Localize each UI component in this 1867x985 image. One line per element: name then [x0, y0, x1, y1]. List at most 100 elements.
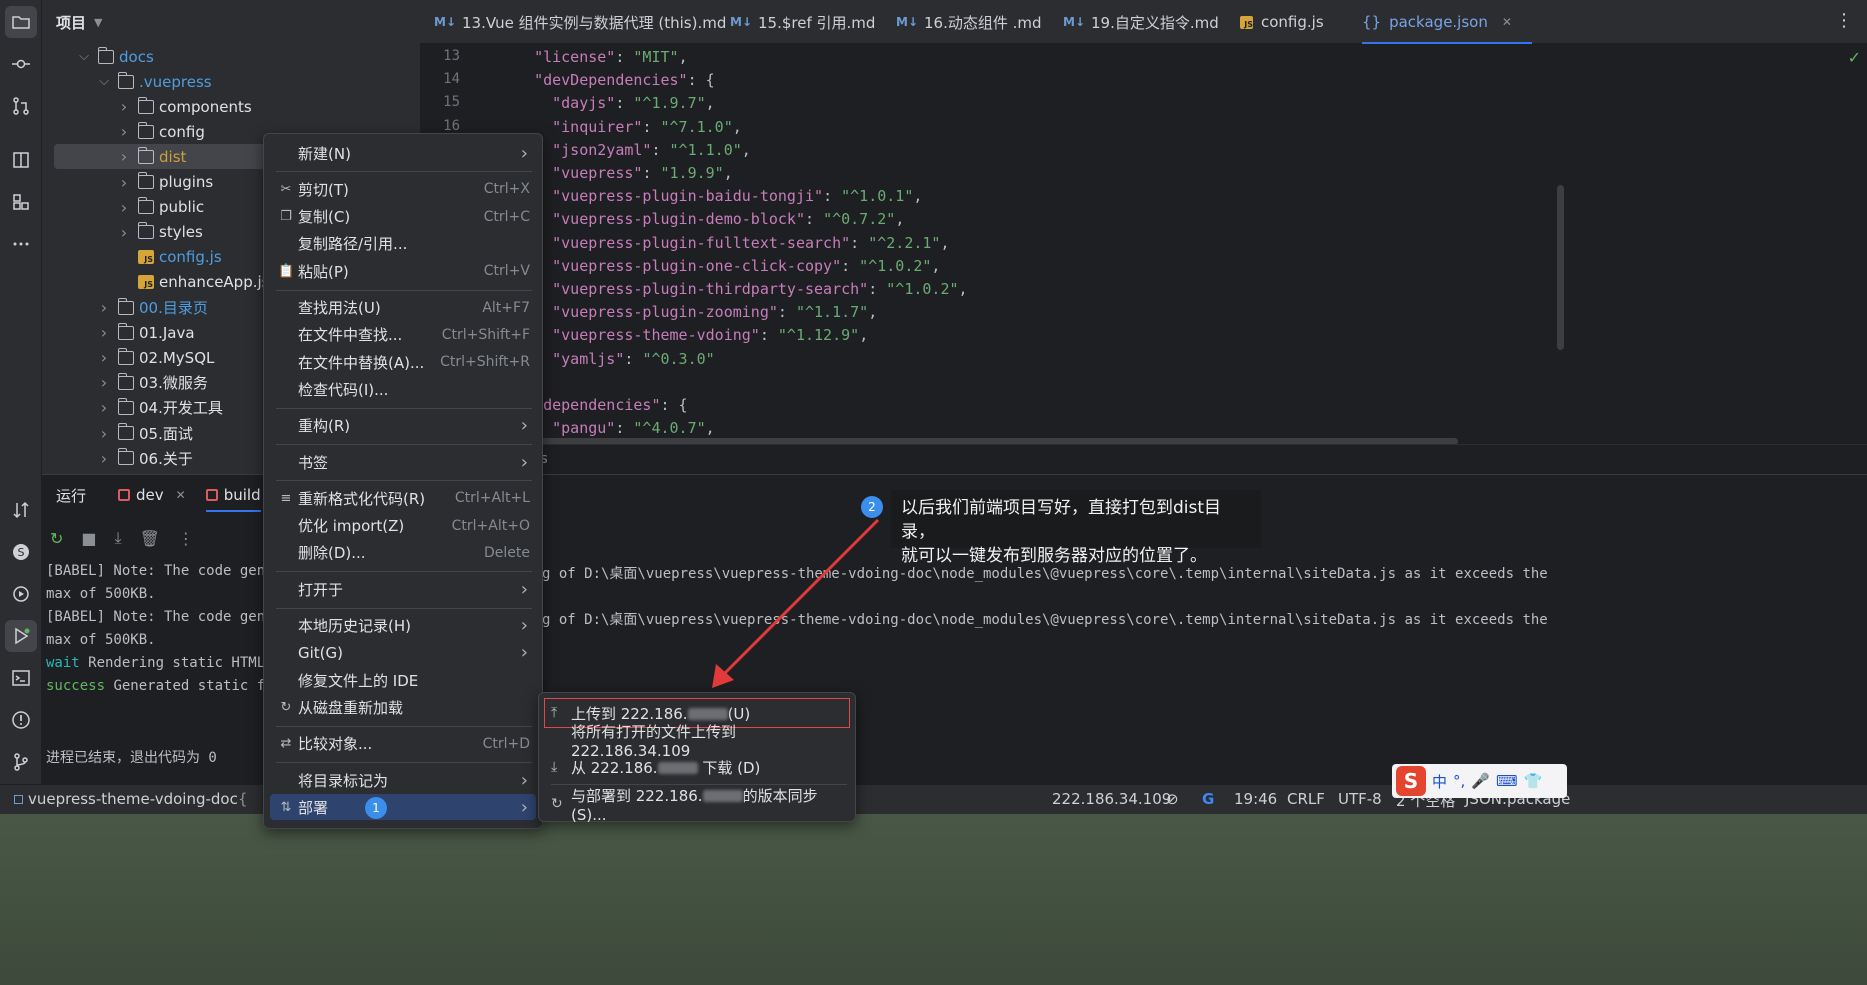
more-options-icon[interactable]: ⋮	[1835, 10, 1853, 31]
chevron-right-icon[interactable]: ›	[118, 223, 130, 242]
editor-tab[interactable]: M↓ 15.$ref 引用.md	[730, 0, 875, 44]
menu-item[interactable]: 新建(N) ›	[270, 140, 536, 166]
run-tab-build[interactable]: build	[205, 486, 261, 512]
editor-tab[interactable]: JS config.js	[1240, 0, 1324, 44]
tree-folder-item[interactable]: ⌵ docs	[78, 44, 154, 69]
tree-folder-item[interactable]: › dist	[118, 144, 186, 169]
menu-item[interactable]: 在文件中替换(A)... Ctrl+Shift+R	[270, 349, 536, 375]
menu-item[interactable]: 优化 import(Z) Ctrl+Alt+O	[270, 513, 536, 539]
menu-item[interactable]: 检查代码(I)...	[270, 376, 536, 402]
status-encoding[interactable]: UTF-8	[1338, 790, 1382, 808]
terminal-icon[interactable]	[5, 662, 37, 694]
stop-icon[interactable]: ■	[81, 529, 96, 548]
menu-item[interactable]: 删除(D)... Delete	[270, 540, 536, 566]
tree-folder-item[interactable]: › 01.Java	[98, 320, 195, 345]
chevron-right-icon[interactable]: ›	[118, 173, 130, 192]
structure-icon[interactable]	[5, 144, 37, 176]
git-icon[interactable]	[5, 746, 37, 778]
services-icon[interactable]	[5, 578, 37, 610]
chevron-down-icon[interactable]: ⌵	[98, 74, 110, 89]
sogou-logo-icon[interactable]: S	[1396, 766, 1426, 796]
no-lock-icon[interactable]: ⊘	[1166, 790, 1179, 808]
chevron-right-icon[interactable]: ›	[118, 198, 130, 217]
close-icon[interactable]: ✕	[1502, 15, 1512, 29]
chevron-right-icon[interactable]: ›	[98, 348, 110, 367]
menu-item[interactable]: ≡ 重新格式化代码(R) Ctrl+Alt+L	[270, 485, 536, 511]
run-icon[interactable]	[5, 620, 37, 652]
menu-item[interactable]: ✂ 剪切(T) Ctrl+X	[270, 176, 536, 202]
tree-folder-item[interactable]: › public	[118, 195, 204, 220]
chevron-right-icon[interactable]: ›	[118, 97, 130, 116]
tree-file-item[interactable]: JS enhanceApp.js	[118, 270, 269, 295]
tree-folder-item[interactable]: › 04.开发工具	[98, 395, 223, 420]
google-icon[interactable]: G	[1202, 790, 1214, 808]
tree-folder-item[interactable]: › plugins	[118, 170, 213, 195]
tree-folder-item[interactable]: › 05.面试	[98, 421, 193, 446]
menu-item[interactable]: ⇄ 比较对象... Ctrl+D	[270, 731, 536, 757]
menu-item[interactable]: 将目录标记为 ›	[270, 767, 536, 793]
pull-requests-icon[interactable]	[5, 90, 37, 122]
problems-icon[interactable]	[5, 704, 37, 736]
status-cursor-time[interactable]: 19:46	[1234, 790, 1277, 808]
menu-item[interactable]: 复制路径/引用...	[270, 231, 536, 257]
more-icon[interactable]: ⋮	[178, 529, 194, 548]
chevron-down-icon[interactable]: ⌵	[78, 49, 90, 64]
menu-item[interactable]: 本地历史记录(H) ›	[270, 613, 536, 639]
menu-item[interactable]: 书签 ›	[270, 449, 536, 475]
chevron-right-icon[interactable]: ›	[98, 323, 110, 342]
chevron-right-icon[interactable]: ›	[98, 398, 110, 417]
tree-folder-item[interactable]: › 03.微服务	[98, 370, 208, 395]
close-icon[interactable]: ✕	[176, 488, 186, 502]
editor-vertical-scrollbar[interactable]	[1557, 185, 1564, 350]
tree-folder-item[interactable]: › styles	[118, 220, 203, 245]
scroll-to-end-icon[interactable]: ⤓	[115, 528, 122, 548]
deploy-transfer-icon[interactable]	[5, 494, 37, 526]
deploy-menu-item[interactable]: ↻ 与部署到 222.186. 的版本同步(S)...	[545, 787, 849, 824]
menu-item[interactable]: 📋 粘贴(P) Ctrl+V	[270, 258, 536, 284]
menu-item[interactable]: ❐ 复制(C) Ctrl+C	[270, 204, 536, 230]
chevron-right-icon[interactable]: ›	[98, 298, 110, 317]
project-folder-icon[interactable]	[5, 6, 37, 38]
menu-item[interactable]: 在文件中查找... Ctrl+Shift+F	[270, 322, 536, 348]
run-tab-dev[interactable]: dev ✕	[118, 486, 186, 504]
tree-file-item[interactable]: JS config.js	[118, 245, 222, 270]
tree-folder-item[interactable]: ⌵ .vuepress	[98, 69, 212, 94]
keyboard-icon[interactable]: ⌨	[1496, 772, 1518, 790]
chevron-down-icon[interactable]: ▼	[94, 16, 102, 29]
microphone-icon[interactable]: 🎤	[1471, 772, 1490, 790]
status-line-separator[interactable]: CRLF	[1287, 790, 1325, 808]
chevron-right-icon[interactable]: ›	[98, 373, 110, 392]
deploy-menu-item[interactable]: ⤓ 从 222.186. 下载 (D)	[545, 753, 849, 781]
status-server[interactable]: 222.186.34.109	[1052, 790, 1171, 808]
ime-lang[interactable]: 中	[1432, 771, 1447, 792]
project-header[interactable]: 项目 ▼	[42, 0, 420, 44]
clear-icon[interactable]: 🗑	[140, 529, 160, 548]
more-tools-icon[interactable]	[5, 228, 37, 260]
deploy-menu-item[interactable]: 将所有打开的文件上传到 222.186.34.109	[545, 723, 849, 760]
chevron-right-icon[interactable]: ›	[98, 449, 110, 468]
plugins-icon[interactable]	[5, 186, 37, 218]
editor-tab[interactable]: {} package.json ✕	[1362, 0, 1532, 44]
menu-item[interactable]: 打开于 ›	[270, 576, 536, 602]
editor-tab[interactable]: M↓ 19.自定义指令.md	[1063, 0, 1219, 44]
code-editor[interactable]: 13 "license": "MIT", 14 "devDependencies"…	[420, 44, 1867, 444]
rerun-icon[interactable]: ↻	[50, 529, 63, 548]
menu-item[interactable]: ↻ 从磁盘重新加载	[270, 694, 536, 720]
editor-tab[interactable]: M↓ 16.动态组件 .md	[896, 0, 1042, 44]
tree-folder-item[interactable]: › 00.目录页	[98, 295, 208, 320]
editor-tab[interactable]: M↓ 13.Vue 组件实例与数据代理 (this).md	[434, 0, 726, 44]
menu-item[interactable]: Git(G) ›	[270, 640, 536, 666]
ime-punct[interactable]: °,	[1453, 772, 1465, 790]
tree-folder-item[interactable]: › config	[118, 119, 205, 144]
chevron-right-icon[interactable]: ›	[118, 122, 130, 141]
commit-icon[interactable]	[5, 48, 37, 80]
chevron-right-icon[interactable]: ›	[118, 147, 130, 166]
menu-item[interactable]: 修复文件上的 IDE	[270, 667, 536, 693]
menu-item[interactable]: 重构(R) ›	[270, 413, 536, 439]
dollar-icon[interactable]: S	[5, 536, 37, 568]
menu-item[interactable]: ⇅ 部署 ›	[270, 794, 536, 821]
menu-item[interactable]: 查找用法(U) Alt+F7	[270, 295, 536, 321]
status-project-name[interactable]: vuepress-theme-vdoing-doc	[28, 790, 238, 808]
tree-folder-item[interactable]: › 02.MySQL	[98, 345, 214, 370]
tree-folder-item[interactable]: › 06.关于	[98, 446, 193, 471]
